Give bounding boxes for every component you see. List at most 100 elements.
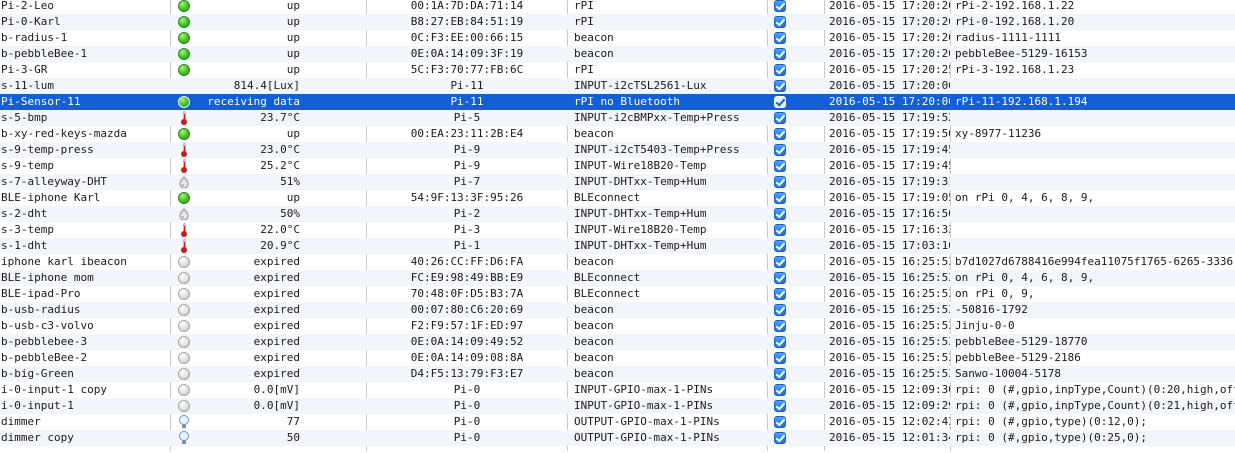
table-row[interactable]: s-2-dht 50% Pi-2 INPUT-DHTxx-Temp+Hum 2016-0… [0,206,1235,222]
table-row[interactable]: b-pebblebee-3 expired 0E:0A:14:09:49:52 bea… [0,334,1235,350]
device-type-cell: rPI [574,15,594,28]
enabled-checkbox[interactable] [774,16,786,28]
enabled-cell [768,158,824,174]
table-row[interactable]: s-9-temp 25.2°C Pi-9 INPUT-Wire18B20-Temp 20… [0,158,1235,174]
table-row[interactable]: s-9-temp-press 23.0°C Pi-9 INPUT-i2cT5403-T… [0,142,1235,158]
enabled-checkbox[interactable] [774,352,786,364]
table-row[interactable]: b-big-Green expired D4:F5:13:79:F3:E7 beaco… [0,366,1235,382]
table-row[interactable]: i-0-input-1 0.0[mV] Pi-0 INPUT-GPIO-max-1-P… [0,398,1235,414]
enabled-checkbox[interactable] [774,208,786,220]
table-row[interactable]: s-3-temp 22.0°C Pi-3 INPUT-Wire18B20-Temp 20… [0,222,1235,238]
state-icon-cell [171,398,195,414]
enabled-checkbox[interactable] [774,80,786,92]
device-type-cell: beacon [574,367,614,380]
table-row[interactable]: i-0-input-1 copy 0.0[mV] Pi-0 INPUT-GPIO-ma… [0,382,1235,398]
enabled-checkbox[interactable] [774,144,786,156]
device-state-cell: expired [253,303,300,316]
table-row[interactable]: s-1-dht 20.9°C Pi-1 INPUT-DHTxx-Temp+Hum 201… [0,238,1235,254]
table-row[interactable]: s-5-bmp 23.7°C Pi-5 INPUT-i2cBMPxx-Temp+Pre… [0,110,1235,126]
table-row[interactable]: Pi-2-Leo up 00:1A:7D:DA:71:14 rPI 2016-05-15… [0,0,1235,14]
table-row[interactable]: iphone karl ibeacon expired 40:26:CC:FF:D6… [0,254,1235,270]
device-address-cell: Pi-1 [453,239,481,252]
device-address-cell: 00:07:80:C6:20:69 [410,303,524,316]
table-row[interactable]: Pi-0-Karl up B8:27:EB:84:51:19 rPI 2016-05-1… [0,14,1235,30]
table-row[interactable]: dimmer copy 50 Pi-0 OUTPUT-GPIO-max-1-PINs 2… [0,430,1235,446]
table-row[interactable]: Pi-Sensor-11 receiving data Pi-11 rPI no Bl… [0,94,1235,110]
enabled-checkbox[interactable] [774,272,786,284]
device-name-cell: Pi-3-GR [1,63,48,76]
enabled-checkbox[interactable] [774,32,786,44]
enabled-checkbox[interactable] [774,400,786,412]
humidity-icon [179,208,189,220]
table-row[interactable]: BLE-iphone Karl up 54:9F:13:3F:95:26 BLEcon… [0,190,1235,206]
state-icon-cell [171,78,195,94]
device-address-cell: B8:27:EB:84:51:19 [410,15,524,28]
enabled-checkbox[interactable] [774,192,786,204]
description-cell [951,174,1235,190]
enabled-checkbox[interactable] [774,384,786,396]
description-cell: on rPi 0, 9, [955,287,1035,300]
description-cell: pebbleBee-5129-18770 [955,335,1088,348]
table-row[interactable]: b-pebbleBee-1 up 0E:0A:14:09:3F:19 beacon 20… [0,46,1235,62]
table-row[interactable]: b-radius-1 up 0C:F3:EE:00:66:15 beacon 2016-… [0,30,1235,46]
device-name-cell: s-9-temp [1,159,54,172]
device-name-cell: s-9-temp-press [1,143,94,156]
last-change-cell: 2016-05-15 12:01:34 [829,431,950,444]
description-cell [951,206,1235,222]
enabled-checkbox[interactable] [774,96,786,108]
enabled-checkbox[interactable] [774,304,786,316]
state-icon-cell [171,414,195,430]
state-icon-cell [171,350,195,366]
device-address-cell: Pi-9 [453,143,481,156]
table-row[interactable]: BLE-iphone mom expired FC:E9:98:49:BB:E9 BL… [0,270,1235,286]
enabled-checkbox[interactable] [774,368,786,380]
device-state-cell: up [286,0,300,12]
table-row[interactable]: dimmer 77 Pi-0 OUTPUT-GPIO-max-1-PINs 2016-0… [0,414,1235,430]
enabled-checkbox[interactable] [774,432,786,444]
enabled-cell [768,62,824,78]
table-row[interactable]: b-pebbleBee-2 expired 0E:0A:14:09:08:8A bea… [0,350,1235,366]
table-row[interactable]: b-usb-radius expired 00:07:80:C6:20:69 beac… [0,302,1235,318]
state-icon-cell [171,0,195,14]
enabled-checkbox[interactable] [774,320,786,332]
enabled-checkbox[interactable] [774,288,786,300]
last-change-cell: 2016-05-15 17:19:45 [829,159,950,172]
enabled-checkbox[interactable] [774,240,786,252]
description-cell: on rPi 0, 4, 6, 8, 9, [955,191,1095,204]
enabled-checkbox[interactable] [774,0,786,12]
state-icon-cell [171,222,195,238]
device-state-cell: expired [253,319,300,332]
table-row[interactable]: b-usb-c3-volvo expired F2:F9:57:1F:ED:97 be… [0,318,1235,334]
device-state-cell: expired [253,351,300,364]
enabled-checkbox[interactable] [774,112,786,124]
enabled-checkbox[interactable] [774,416,786,428]
table-body: Pi-2-Leo up 00:1A:7D:DA:71:14 rPI 2016-05-15… [0,0,1235,446]
last-change-cell: 2016-05-15 12:09:29 [829,399,950,412]
state-icon-cell [171,366,195,382]
enabled-checkbox[interactable] [774,64,786,76]
table-row[interactable]: BLE-ipad-Pro expired 70:48:0F:D5:B3:7A BLEc… [0,286,1235,302]
table-row[interactable]: s-11-lum 814.4[Lux] Pi-11 INPUT-i2cTSL2561-… [0,78,1235,94]
enabled-checkbox[interactable] [774,256,786,268]
enabled-cell [768,190,824,206]
last-change-cell: 2016-05-15 17:20:26 [829,0,950,12]
table-row[interactable]: s-7-alleyway-DHT 51% Pi-7 INPUT-DHTxx-Temp+… [0,174,1235,190]
green-dot-icon [178,0,190,12]
enabled-checkbox[interactable] [774,336,786,348]
table-row[interactable]: Pi-3-GR up 5C:F3:70:77:FB:6C rPI 2016-05-15 … [0,62,1235,78]
description-cell: xy-8977-11236 [955,127,1042,140]
table-row[interactable]: b-xy-red-keys-mazda up 00:EA:23:11:2B:E4 be… [0,126,1235,142]
device-name-cell: b-pebblebee-3 [1,335,88,348]
enabled-checkbox[interactable] [774,160,786,172]
enabled-checkbox[interactable] [774,224,786,236]
enabled-checkbox[interactable] [774,128,786,140]
enabled-checkbox[interactable] [774,176,786,188]
state-icon-cell [171,190,195,206]
device-state-cell: expired [253,255,300,268]
device-name-cell: i-0-input-1 [1,399,74,412]
device-state-cell: up [286,191,300,204]
enabled-checkbox[interactable] [774,48,786,60]
device-type-cell: INPUT-i2cTSL2561-Lux [574,79,707,92]
last-change-cell: 2016-05-15 17:16:33 [829,223,950,236]
last-change-cell: 2016-05-15 17:19:52 [829,111,950,124]
